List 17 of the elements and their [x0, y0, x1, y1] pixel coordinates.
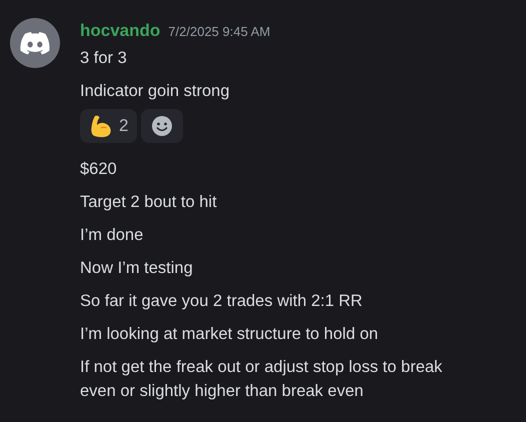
flexed-arm-icon: [89, 114, 113, 138]
message-text: If not get the freak out or adjust stop loss to break even or slightly higher than break even: [80, 356, 444, 402]
message-text: I’m done: [80, 224, 144, 246]
message-text: Now I’m testing: [80, 258, 194, 278]
message-text: I’m looking at market structure to hold on: [80, 324, 380, 344]
message-text: Indicator goin strong: [80, 80, 231, 102]
message-text: 3 for 3: [80, 48, 128, 68]
message-text: Target 2 bout to hit: [80, 192, 218, 212]
message-text: $620: [80, 158, 118, 180]
username[interactable]: hocvando: [80, 18, 160, 44]
add-reaction-button[interactable]: [141, 108, 184, 142]
message-text: So far it gave you 2 trades with 2:1 RR: [80, 290, 364, 312]
timestamp: 7/2/2025 9:45 AM: [168, 23, 270, 41]
smiley-icon: [151, 114, 174, 136]
avatar[interactable]: [10, 18, 60, 68]
reaction-button[interactable]: 2: [80, 108, 138, 142]
game-controller-icon: [20, 32, 50, 54]
